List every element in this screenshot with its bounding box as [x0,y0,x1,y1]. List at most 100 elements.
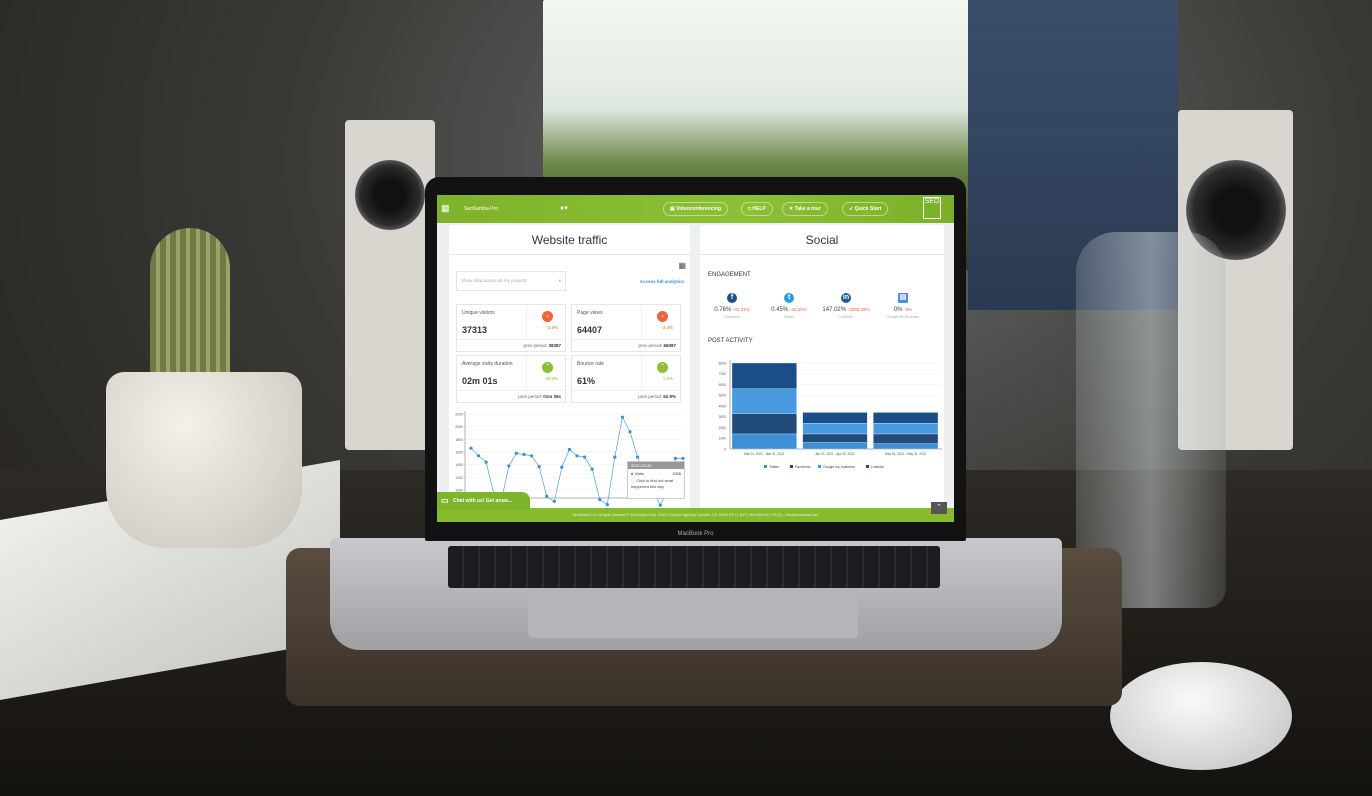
metric-label: Average visits duration [462,361,513,367]
help-button[interactable]: ◘ HELP [741,202,773,216]
cactus [150,228,230,394]
project-dropdown[interactable]: Show data across all my projects ▾ [456,271,566,291]
keyboard [448,546,940,588]
globe-icon[interactable]: ●▾ [560,204,568,212]
bar-segment-facebook [731,413,797,435]
footer: SeoSamba 2.0. All rights reserved © SeoS… [437,508,954,522]
bar-segment-linkedin [731,362,797,389]
tooltip-date: 2021-03-30 [628,462,684,469]
metric-value: 02m 01s [462,376,498,386]
data-point [567,447,572,452]
app-name[interactable]: SeoSamba Pro [464,206,498,212]
trend-up-icon: ⌃ [542,362,553,373]
metric-label: Unique visitors [462,310,495,316]
access-analytics-link[interactable]: Access full analytics [640,279,684,284]
bar-segment-google-my-business [731,388,797,414]
metric-value: 61% [577,376,596,386]
metric-card: Page views 64407 ⌄ -3.3% prev period: 66… [571,304,681,352]
trend-down-icon: ⌄ [657,311,668,322]
bar-segment-facebook [873,433,939,444]
dashboard-screen: ▦ SeoSamba Pro ●▾ ▣ Videoconferencing ◘ … [437,195,954,522]
apps-grid-icon[interactable]: ▦ [441,203,450,214]
data-point [605,502,609,507]
y-tick-label: 1400 [455,463,463,467]
data-point [514,451,519,455]
y-tick-label: 7000 [719,372,727,376]
post-activity-bar-chart: 0 1000 2000 3000 4000 5000 6000 7000 8000 Mar 01,… [719,360,942,469]
x-tick-label: Mar 01, 2021 - Mar 31, 2021 [744,452,785,456]
logo: SEO [923,197,941,219]
data-point [484,460,488,464]
trend-up-icon: ⌃ [657,362,668,373]
bar-segment-twitter [731,433,797,450]
engagement-item[interactable]: in 147.02% -3388.29% LinkedIn [816,293,876,319]
data-point [537,464,541,469]
y-tick-label: 1200 [455,476,463,480]
plant-pot [106,372,302,548]
legend-swatch [866,465,869,468]
metric-value: 64407 [577,325,603,335]
engagement-item[interactable]: ▤ 0% -3% Google My Business [873,293,933,319]
y-tick-label: 1000 [719,437,727,441]
chart-tooltip: 2021-03-30 ■ Visits 1556 ⓘ Click to find … [627,461,685,499]
metric-card: Bounce rate 61% ⌃ 1.9% prev period: 62.9… [571,355,681,403]
data-point [613,455,617,459]
data-point [582,455,587,459]
engagement-item[interactable]: f 0.76% -31.21% Facebook [702,293,762,319]
mouse [1110,662,1292,770]
data-point [529,454,534,458]
metric-prev: prev period: 38387 [523,343,561,348]
calendar-icon[interactable]: ▦ [678,261,686,270]
y-tick-label: 0 [724,447,726,451]
metric-value: 37313 [462,325,488,335]
bar-segment-twitter [873,443,939,450]
data-point [598,497,602,502]
data-point [673,456,678,460]
bar-segment-linkedin [802,412,868,424]
metric-prev: prev period: 01m 36s [518,394,561,399]
y-tick-label: 6000 [719,383,727,387]
metric-card: Unique visitors 37313 ⌄ -3.8% prev perio… [456,304,566,352]
engagement-item[interactable]: t 0.45% -32.25% Twitter [759,293,819,319]
tooltip-hint[interactable]: Click to find out what happened this day… [631,478,673,489]
scroll-to-top-button[interactable]: ⌃ [931,502,947,514]
data-point [507,464,511,468]
tooltip-value: 1556 [672,471,681,476]
y-tick-label: 2000 [455,425,463,429]
quick-start-button[interactable]: ➶ Quick Start [842,202,889,216]
social-panel: Social ENGAGEMENT f 0.76% -31.21% Facebo… [700,225,944,508]
legend-swatch [764,465,767,468]
bar-segment-linkedin [873,412,939,424]
data-point [620,415,625,419]
metric-prev: prev period: 66087 [638,343,676,348]
take-a-tour-button[interactable]: ✶ Take a tour [782,202,828,216]
data-point [560,465,564,469]
trend-down-icon: ⌄ [542,311,553,322]
chat-widget-button[interactable]: ▭ Chat with us! Get answ... [437,492,530,510]
metric-change: 1.9% [662,376,673,381]
videoconferencing-button[interactable]: ▣ Videoconferencing [663,202,729,216]
data-point [681,456,685,460]
y-tick-label: 4000 [719,404,727,408]
bar-segment-facebook [802,433,868,443]
linkedin-icon: in [841,293,851,303]
speaker-left [345,120,435,450]
twitter-icon: t [784,293,794,303]
data-point [635,455,640,459]
y-tick-label: 1600 [455,451,463,455]
metric-change: 25.8% [545,376,558,381]
trackpad [528,588,858,638]
website-traffic-panel: Website traffic ▦ Show data across all m… [449,225,690,508]
data-point [658,503,662,507]
bar-segment-google-my-business [802,423,868,435]
chat-icon: ▭ [441,496,449,505]
metric-card: Average visits duration 02m 01s ⌃ 25.8% … [456,355,566,403]
y-tick-label: 5000 [719,394,727,398]
y-tick-label: 2000 [719,426,727,430]
store-icon: ▤ [898,293,908,303]
metric-prev: prev period: 62.9% [638,394,676,399]
metric-change: -3.8% [546,325,558,330]
y-tick-label: 8000 [719,361,727,365]
data-point [545,494,549,498]
panel-title: Website traffic [531,233,608,247]
